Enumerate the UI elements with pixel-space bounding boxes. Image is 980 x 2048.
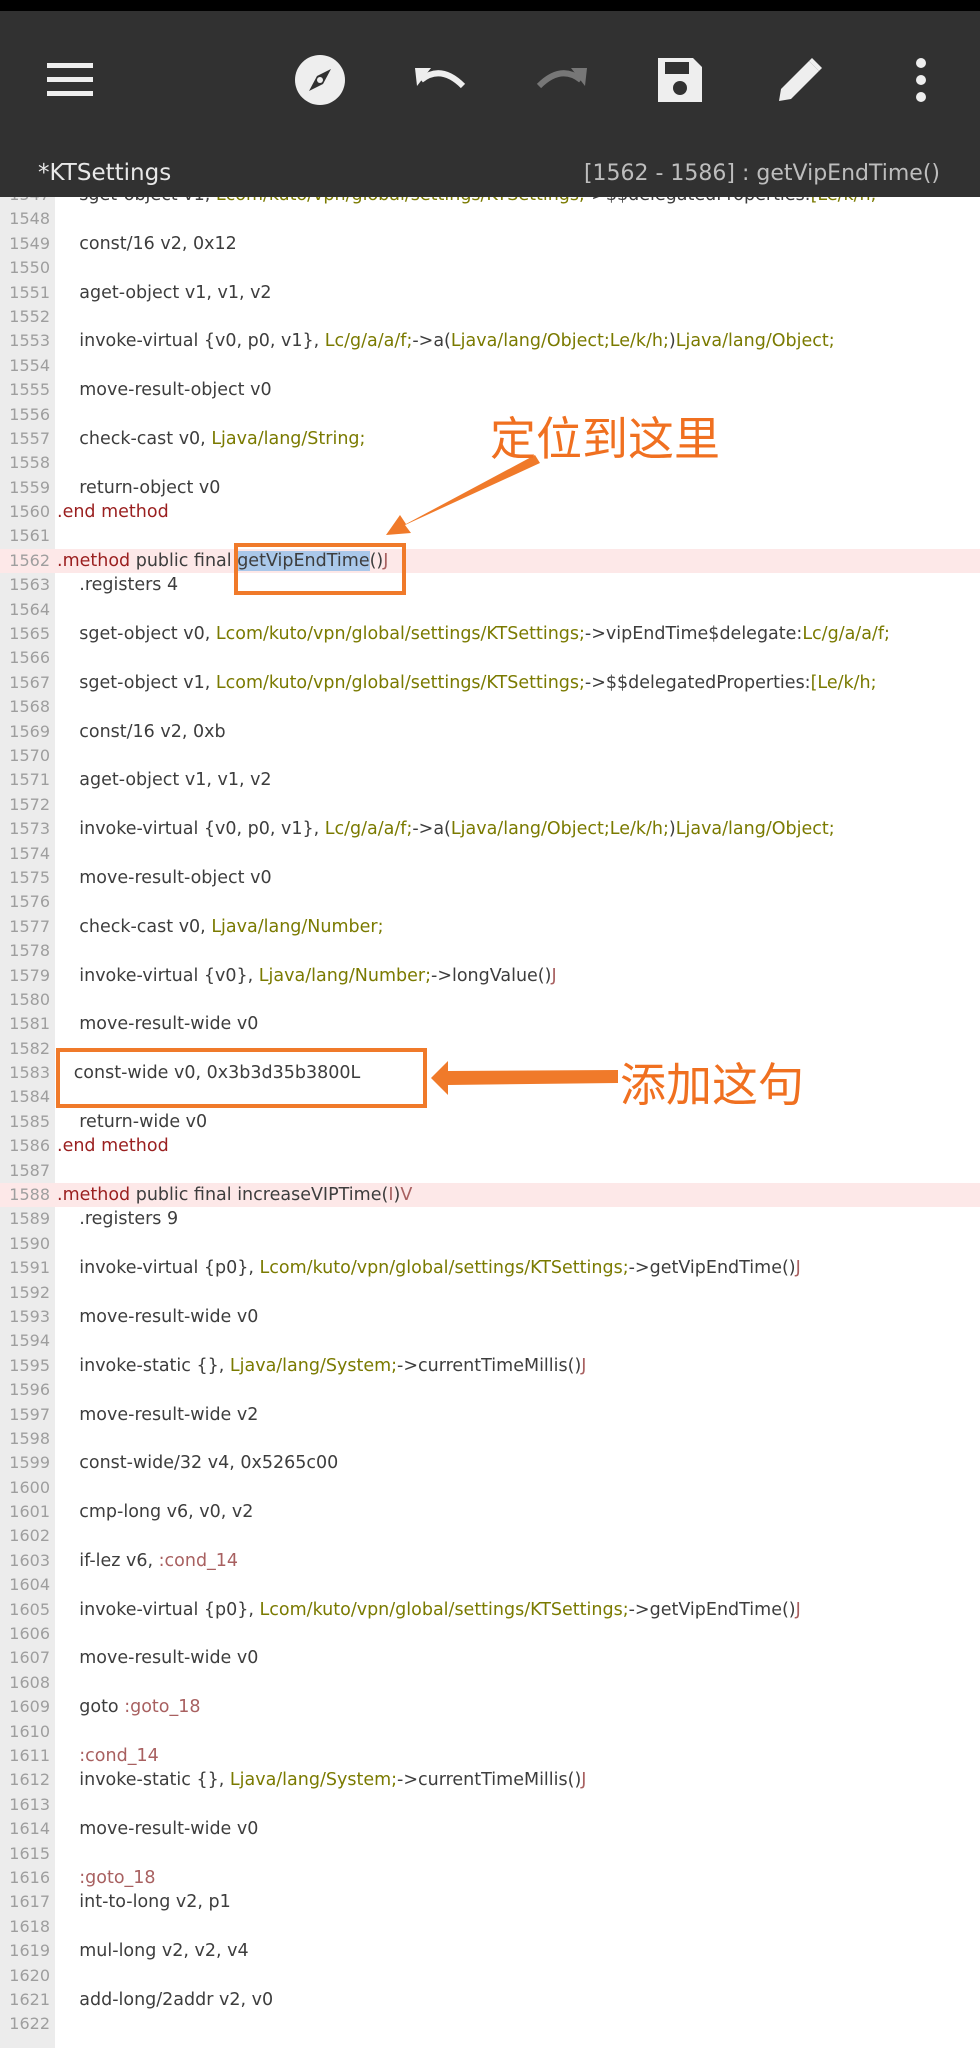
redo-icon[interactable]	[526, 45, 596, 115]
edit-icon[interactable]	[765, 45, 835, 115]
callout-locate: 定位到这里	[490, 412, 720, 466]
code-editor[interactable]: 1547 sget-object v1, Lcom/kuto/vpn/globa…	[0, 197, 980, 2048]
compass-icon[interactable]	[285, 45, 355, 115]
callout-add: 添加这句	[620, 1058, 804, 1112]
file-info-bar: *KTSettings [1562 - 1586] : getVipEndTim…	[0, 149, 980, 197]
menu-icon[interactable]	[35, 45, 105, 115]
method-location: [1562 - 1586] : getVipEndTime()	[583, 160, 940, 186]
highlight-box-method	[234, 543, 406, 595]
undo-icon[interactable]	[406, 45, 476, 115]
save-icon[interactable]	[645, 45, 715, 115]
annotation-arrows	[386, 455, 618, 1095]
more-vert-icon[interactable]	[886, 45, 956, 115]
file-name: *KTSettings	[38, 160, 172, 186]
status-bar	[0, 0, 980, 11]
toolbar	[0, 11, 980, 149]
highlight-box-added-line	[56, 1048, 427, 1108]
